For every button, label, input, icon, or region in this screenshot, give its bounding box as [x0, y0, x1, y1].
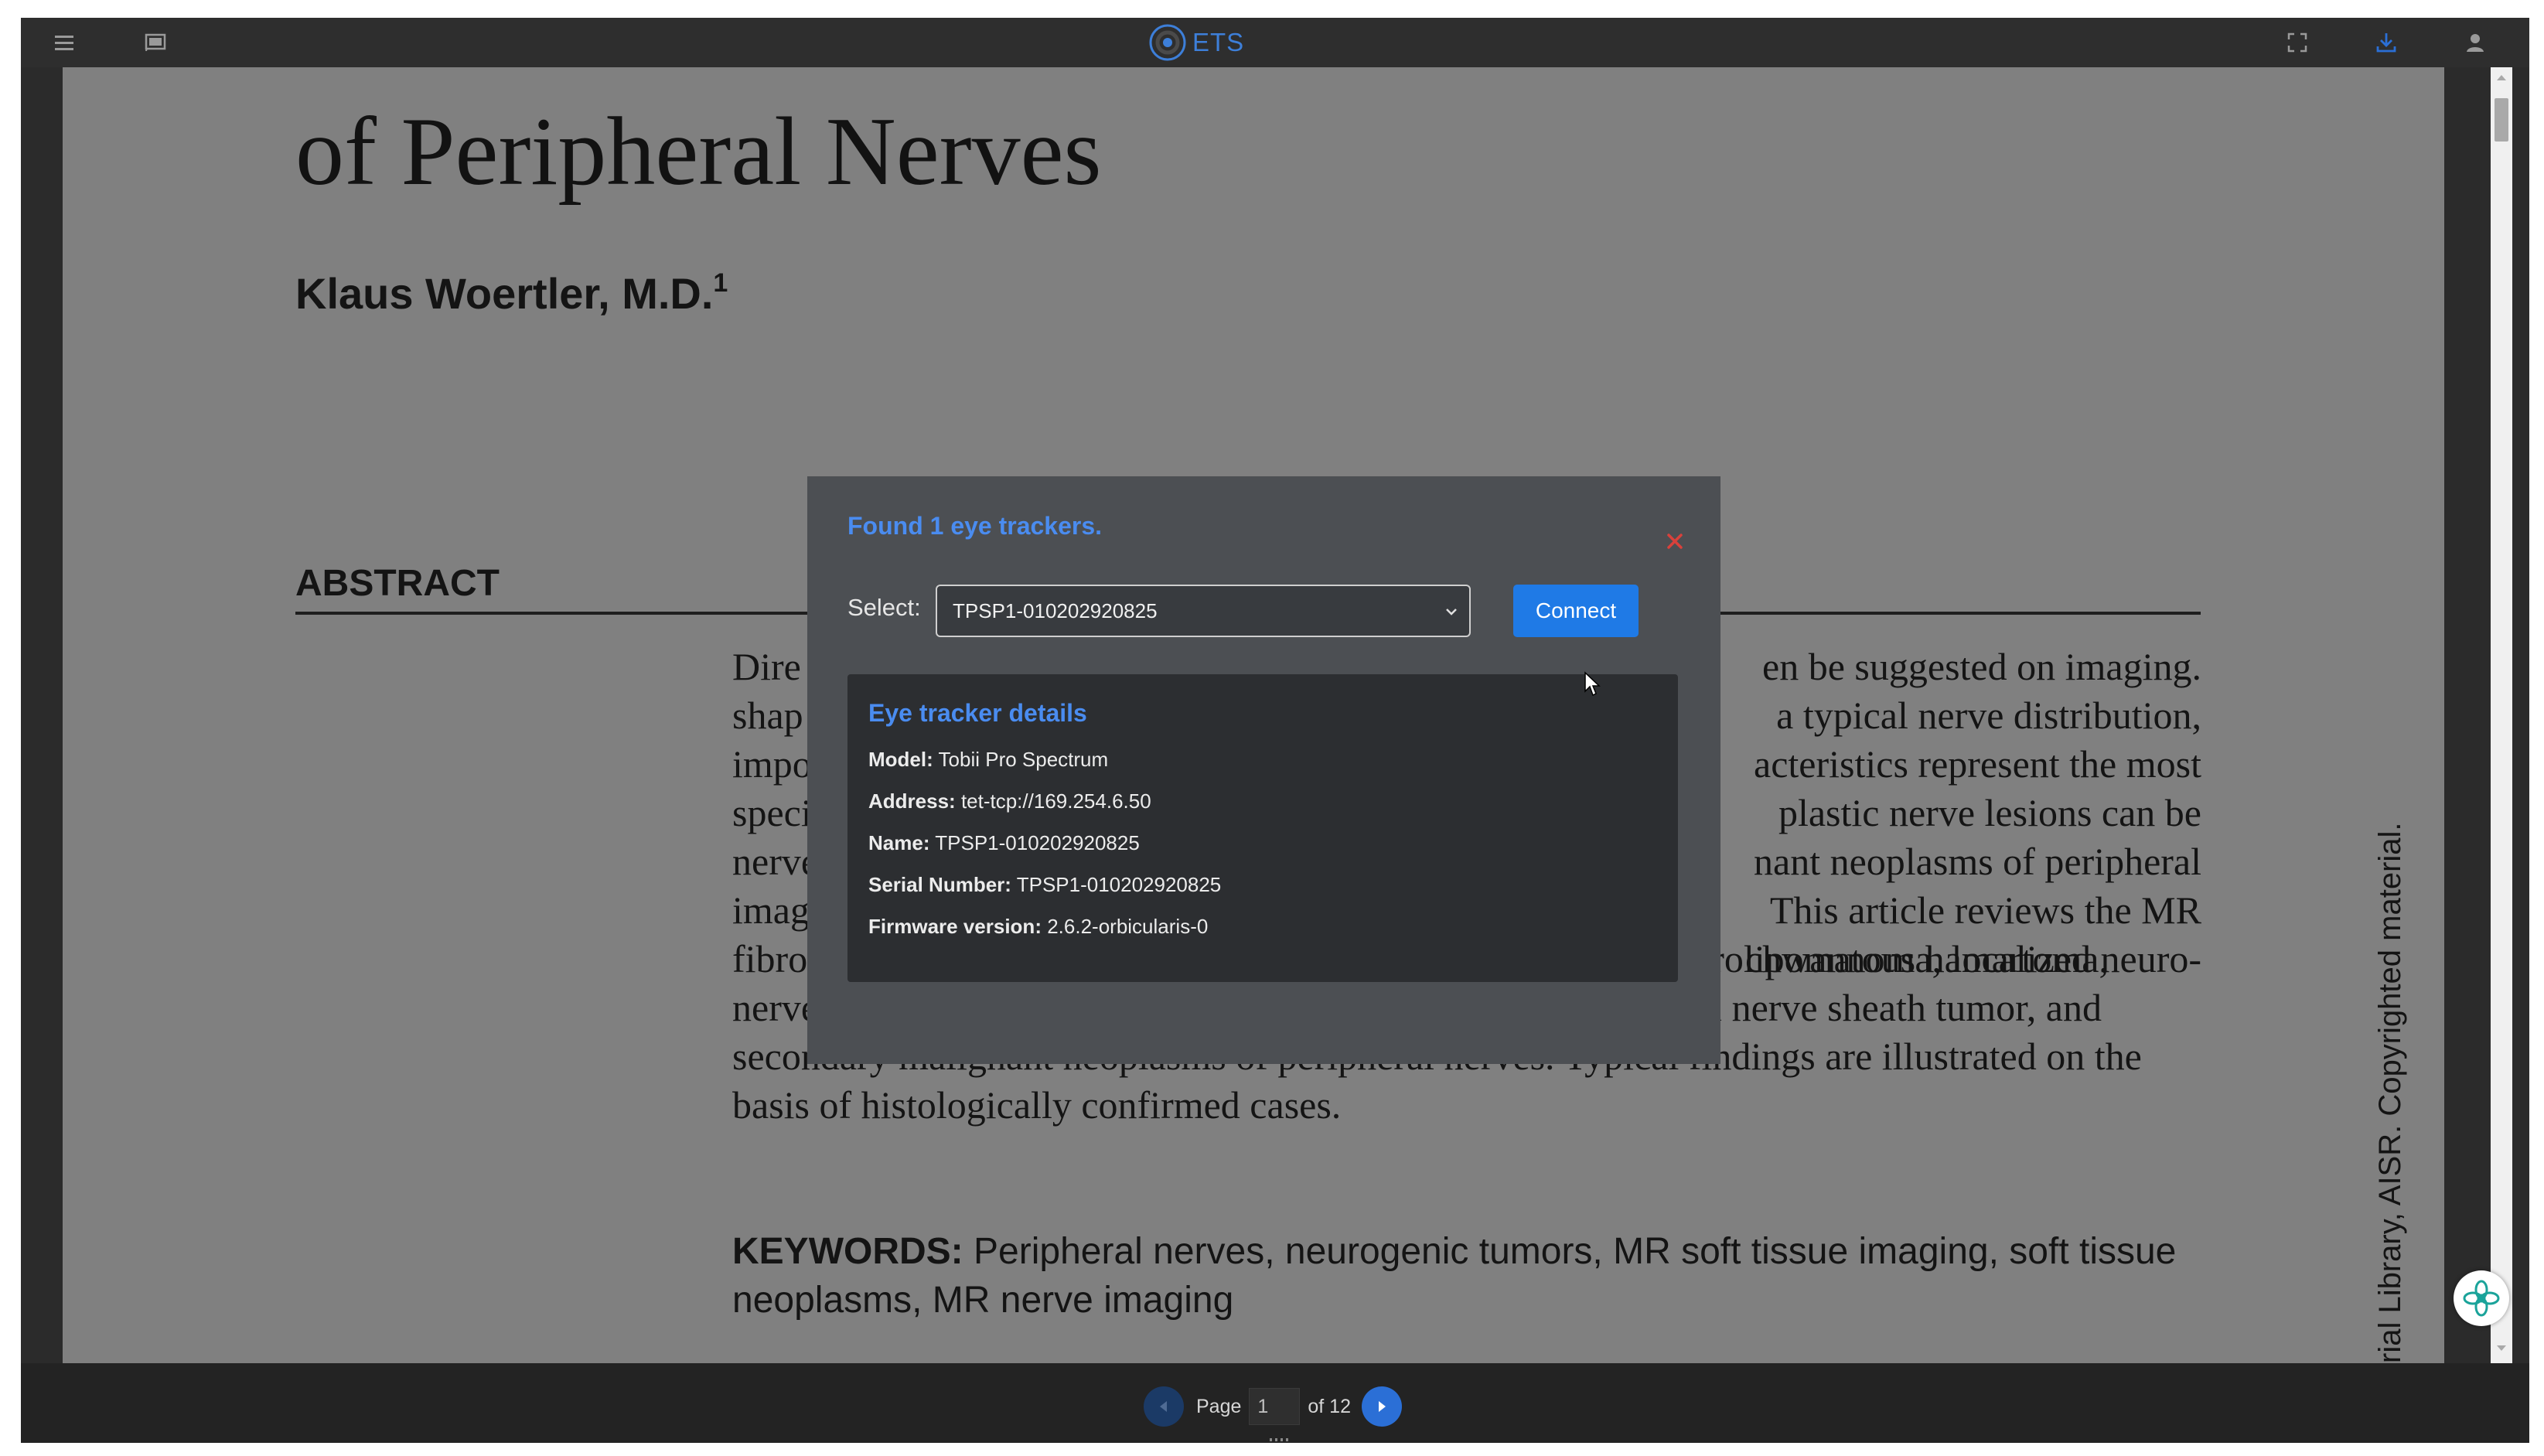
detail-row-name: Name: TPSP1-010202920825	[868, 831, 1140, 854]
detail-row-address: Address: tet-tcp://169.254.6.50	[868, 789, 1151, 813]
keywords-label: KEYWORDS:	[732, 1231, 963, 1272]
abstract-line: impo	[732, 742, 812, 786]
detail-row-serial: Serial Number: TPSP1-010202920825	[868, 873, 1222, 896]
copyright-side-note: rial Library, AISR. Copyrighted material…	[2373, 822, 2407, 1363]
mouse-cursor-icon	[1584, 671, 1601, 697]
assistant-button[interactable]	[2454, 1270, 2509, 1326]
pagination: Page 1 of 12	[1144, 1386, 1402, 1427]
scroll-up-icon[interactable]	[2494, 70, 2509, 86]
app-window: ETS · · · · · · · · · · · · · · of Perip…	[21, 18, 2529, 1443]
abstract-fragment: acteristics represent the most	[1754, 742, 2201, 786]
document-author: Klaus Woertler, M.D.1	[295, 268, 728, 318]
abstract-line: Dire	[732, 645, 801, 688]
abstract-fragment: en be suggested on imaging.	[1762, 645, 2201, 688]
abstract-fragment: a typical nerve distribution,	[1776, 694, 2201, 737]
abstract-line: shap	[732, 694, 803, 737]
details-title: Eye tracker details	[868, 699, 1087, 727]
vertical-scrollbar[interactable]	[2491, 67, 2512, 1363]
close-icon[interactable]	[1662, 529, 1687, 554]
top-toolbar: ETS	[21, 18, 2529, 67]
eye-tracker-dialog: Found 1 eye trackers. Select: TPSP1-0102…	[807, 476, 1720, 1064]
abstract-left-fragments: Dire shap impo speci nerve imag	[732, 643, 819, 935]
document-viewer[interactable]: · · · · · · · · · · · · · · of Periphera…	[21, 67, 2529, 1363]
eye-tracker-details-panel: Eye tracker details Model: Tobii Pro Spe…	[847, 674, 1678, 982]
fullscreen-icon[interactable]	[2283, 29, 2311, 56]
download-icon[interactable]	[2372, 29, 2400, 56]
abstract-line: nerve	[732, 840, 819, 883]
chevron-left-icon	[1160, 1401, 1167, 1412]
abstract-line: imag	[732, 888, 810, 932]
detail-row-firmware: Firmware version: 2.6.2-orbicularis-0	[868, 915, 1209, 938]
select-label: Select:	[847, 594, 921, 621]
bottom-bar: Page 1 of 12	[21, 1363, 2529, 1443]
page-number-input[interactable]: 1	[1249, 1388, 1301, 1425]
scroll-down-icon[interactable]	[2494, 1340, 2509, 1355]
logo-text: ETS	[1192, 28, 1245, 56]
select-value: TPSP1-010202920825	[953, 598, 1158, 622]
scroll-thumb[interactable]	[2495, 98, 2508, 142]
chevron-down-icon	[1446, 609, 1457, 615]
detail-row-model: Model: Tobii Pro Spectrum	[868, 748, 1109, 771]
app-logo: ETS	[1146, 21, 1244, 64]
eye-tracker-select[interactable]: TPSP1-010202920825	[936, 585, 1471, 637]
document-title: of Peripheral Nerves	[295, 98, 1102, 206]
next-page-button[interactable]	[1362, 1386, 1402, 1427]
page-count: of 12	[1308, 1395, 1351, 1417]
cast-icon[interactable]	[142, 29, 169, 56]
abstract-right-fragments: en be suggested on imaging. a typical ne…	[1745, 643, 2201, 984]
connect-button[interactable]: Connect	[1513, 585, 1639, 637]
hamburger-menu-icon[interactable]	[50, 29, 78, 56]
abstract-fragment: plastic nerve lesions can be	[1778, 791, 2201, 834]
abstract-line: speci	[732, 791, 812, 834]
chevron-right-icon	[1379, 1401, 1386, 1412]
keywords: KEYWORDS: Peripheral nerves, neurogenic …	[732, 1227, 2201, 1325]
page-label: Page	[1196, 1395, 1242, 1417]
dialog-title: Found 1 eye trackers.	[847, 512, 1103, 540]
abstract-fragment: nant neoplasms of peripheral	[1754, 840, 2201, 883]
eye-logo-icon	[1149, 24, 1186, 61]
previous-page-button[interactable]	[1144, 1386, 1184, 1427]
abstract-line: basis of histologically confirmed cases.	[732, 1083, 1342, 1127]
abstract-heading: ABSTRACT	[295, 563, 500, 604]
resize-grip-icon[interactable]	[1269, 1437, 1289, 1442]
assistant-flower-icon	[2463, 1280, 2500, 1317]
abstract-fragment: This article reviews the MR	[1769, 888, 2201, 932]
user-icon[interactable]	[2461, 29, 2489, 56]
